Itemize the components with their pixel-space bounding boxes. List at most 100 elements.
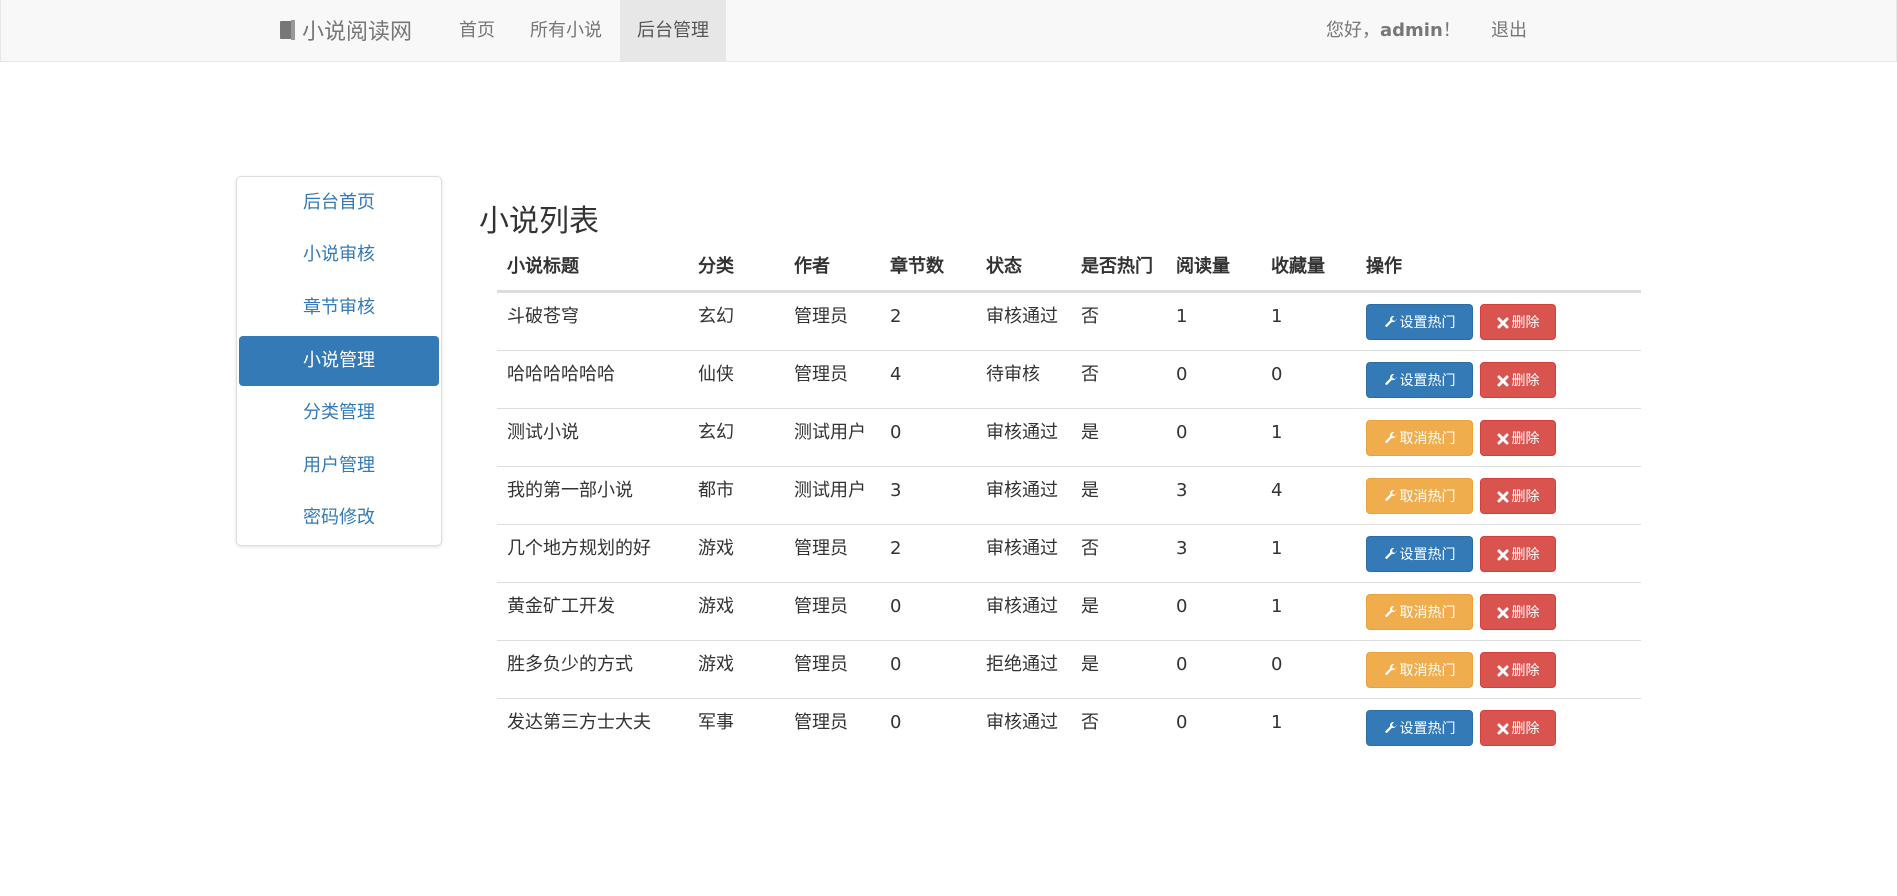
cell-title: 测试小说 [507, 422, 579, 443]
wrench-icon [1384, 373, 1397, 385]
delete-button[interactable]: 删除 [1480, 478, 1556, 514]
delete-button-label: 删除 [1511, 663, 1540, 679]
cell-chapters: 0 [890, 654, 902, 675]
brand-link[interactable]: 小说阅读网 [280, 15, 412, 45]
top-navbar: 小说阅读网 首页 所有小说 后台管理 您好，admin！ 退出 [0, 0, 1897, 62]
delete-button[interactable]: 删除 [1480, 536, 1556, 572]
cell-hot: 是 [1081, 596, 1099, 617]
sidebar-item-novel-review[interactable]: 小说审核 [239, 230, 439, 280]
nav-link-home[interactable]: 首页 [448, 0, 506, 61]
cell-favorites: 1 [1271, 306, 1283, 327]
sidebar-item-password-change[interactable]: 密码修改 [239, 493, 439, 543]
delete-button-label: 删除 [1511, 547, 1540, 563]
delete-button[interactable]: 删除 [1480, 710, 1556, 746]
hot-button-label: 设置热门 [1399, 373, 1456, 389]
cell-category: 仙侠 [698, 364, 734, 385]
cell-title: 黄金矿工开发 [507, 596, 615, 617]
cell-author: 管理员 [794, 596, 848, 617]
cell-category: 都市 [698, 480, 734, 501]
cell-status: 待审核 [986, 364, 1040, 385]
set-hot-button[interactable]: 设置热门 [1366, 710, 1473, 746]
wrench-icon [1384, 315, 1397, 327]
cell-category: 玄幻 [698, 306, 734, 327]
greeting-suffix: ！ [1442, 20, 1461, 41]
hot-button-label: 取消热门 [1399, 489, 1456, 505]
wrench-icon [1384, 547, 1397, 559]
cell-chapters: 3 [890, 480, 902, 501]
sidebar-item-admin-home[interactable]: 后台首页 [239, 178, 439, 228]
cell-category: 游戏 [698, 596, 734, 617]
unset-hot-button[interactable]: 取消热门 [1366, 652, 1473, 688]
column-header-title: 小说标题 [507, 256, 579, 277]
cell-hot: 否 [1081, 306, 1099, 327]
wrench-icon [1384, 663, 1397, 675]
cell-category: 军事 [698, 712, 734, 733]
table-row: 测试小说 玄幻 测试用户 0 审核通过 是 0 1 取消热门 删除 [497, 408, 1641, 467]
cell-hot: 是 [1081, 422, 1099, 443]
unset-hot-button[interactable]: 取消热门 [1366, 594, 1473, 630]
delete-button[interactable]: 删除 [1480, 362, 1556, 398]
set-hot-button[interactable]: 设置热门 [1366, 304, 1473, 340]
cell-title: 几个地方规划的好 [507, 538, 651, 559]
unset-hot-button[interactable]: 取消热门 [1366, 478, 1473, 514]
cell-hot: 否 [1081, 364, 1099, 385]
sidebar-item-chapter-review[interactable]: 章节审核 [239, 283, 439, 333]
cell-author: 管理员 [794, 712, 848, 733]
times-icon [1497, 723, 1508, 735]
cell-title: 斗破苍穹 [507, 306, 579, 327]
cell-author: 管理员 [794, 306, 848, 327]
cell-status: 拒绝通过 [986, 654, 1058, 675]
page-title: 小说列表 [479, 204, 599, 239]
sidebar-item-category-management[interactable]: 分类管理 [239, 388, 439, 438]
delete-button-label: 删除 [1511, 315, 1540, 331]
times-icon [1497, 433, 1508, 445]
set-hot-button[interactable]: 设置热门 [1366, 536, 1473, 572]
cell-favorites: 1 [1271, 712, 1283, 733]
nav-link-admin[interactable]: 后台管理 [620, 0, 726, 61]
cell-chapters: 4 [890, 364, 902, 385]
delete-button-label: 删除 [1511, 721, 1540, 737]
table-row: 斗破苍穹 玄幻 管理员 2 审核通过 否 1 1 设置热门 删除 [497, 292, 1641, 351]
sidebar-item-user-management[interactable]: 用户管理 [239, 441, 439, 491]
column-header-category: 分类 [698, 256, 734, 277]
cell-favorites: 4 [1271, 480, 1283, 501]
delete-button[interactable]: 删除 [1480, 420, 1556, 456]
cell-chapters: 2 [890, 538, 902, 559]
cell-reads: 0 [1176, 712, 1188, 733]
cell-category: 游戏 [698, 538, 734, 559]
table-row: 几个地方规划的好 游戏 管理员 2 审核通过 否 3 1 设置热门 删除 [497, 524, 1641, 583]
wrench-icon [1384, 605, 1397, 617]
table-row: 胜多负少的方式 游戏 管理员 0 拒绝通过 是 0 0 取消热门 删除 [497, 640, 1641, 699]
greeting-prefix: 您好， [1326, 20, 1380, 41]
cell-reads: 0 [1176, 596, 1188, 617]
delete-button[interactable]: 删除 [1480, 304, 1556, 340]
cell-chapters: 2 [890, 306, 902, 327]
cell-hot: 否 [1081, 712, 1099, 733]
delete-button[interactable]: 删除 [1480, 652, 1556, 688]
cell-author: 管理员 [794, 364, 848, 385]
cell-hot: 是 [1081, 480, 1099, 501]
column-header-hot: 是否热门 [1081, 256, 1153, 277]
delete-button-label: 删除 [1511, 605, 1540, 621]
column-header-favorites: 收藏量 [1271, 256, 1325, 277]
cell-title: 胜多负少的方式 [507, 654, 633, 675]
sidebar-menu: 后台首页 小说审核 章节审核 小说管理 分类管理 用户管理 密码修改 [236, 176, 442, 546]
logout-link[interactable]: 退出 [1481, 0, 1537, 61]
username: admin [1380, 20, 1443, 41]
cell-chapters: 0 [890, 596, 902, 617]
set-hot-button[interactable]: 设置热门 [1366, 362, 1473, 398]
cell-author: 管理员 [794, 654, 848, 675]
cell-category: 游戏 [698, 654, 734, 675]
unset-hot-button[interactable]: 取消热门 [1366, 420, 1473, 456]
cell-author: 测试用户 [794, 480, 866, 501]
delete-button[interactable]: 删除 [1480, 594, 1556, 630]
cell-reads: 3 [1176, 480, 1188, 501]
cell-status: 审核通过 [986, 422, 1058, 443]
cell-favorites: 1 [1271, 538, 1283, 559]
sidebar-item-novel-management[interactable]: 小说管理 [239, 336, 439, 386]
hot-button-label: 取消热门 [1399, 663, 1456, 679]
nav-link-all-novels[interactable]: 所有小说 [521, 0, 611, 61]
wrench-icon [1384, 489, 1397, 501]
table-row: 我的第一部小说 都市 测试用户 3 审核通过 是 3 4 取消热门 删除 [497, 466, 1641, 525]
delete-button-label: 删除 [1511, 489, 1540, 505]
